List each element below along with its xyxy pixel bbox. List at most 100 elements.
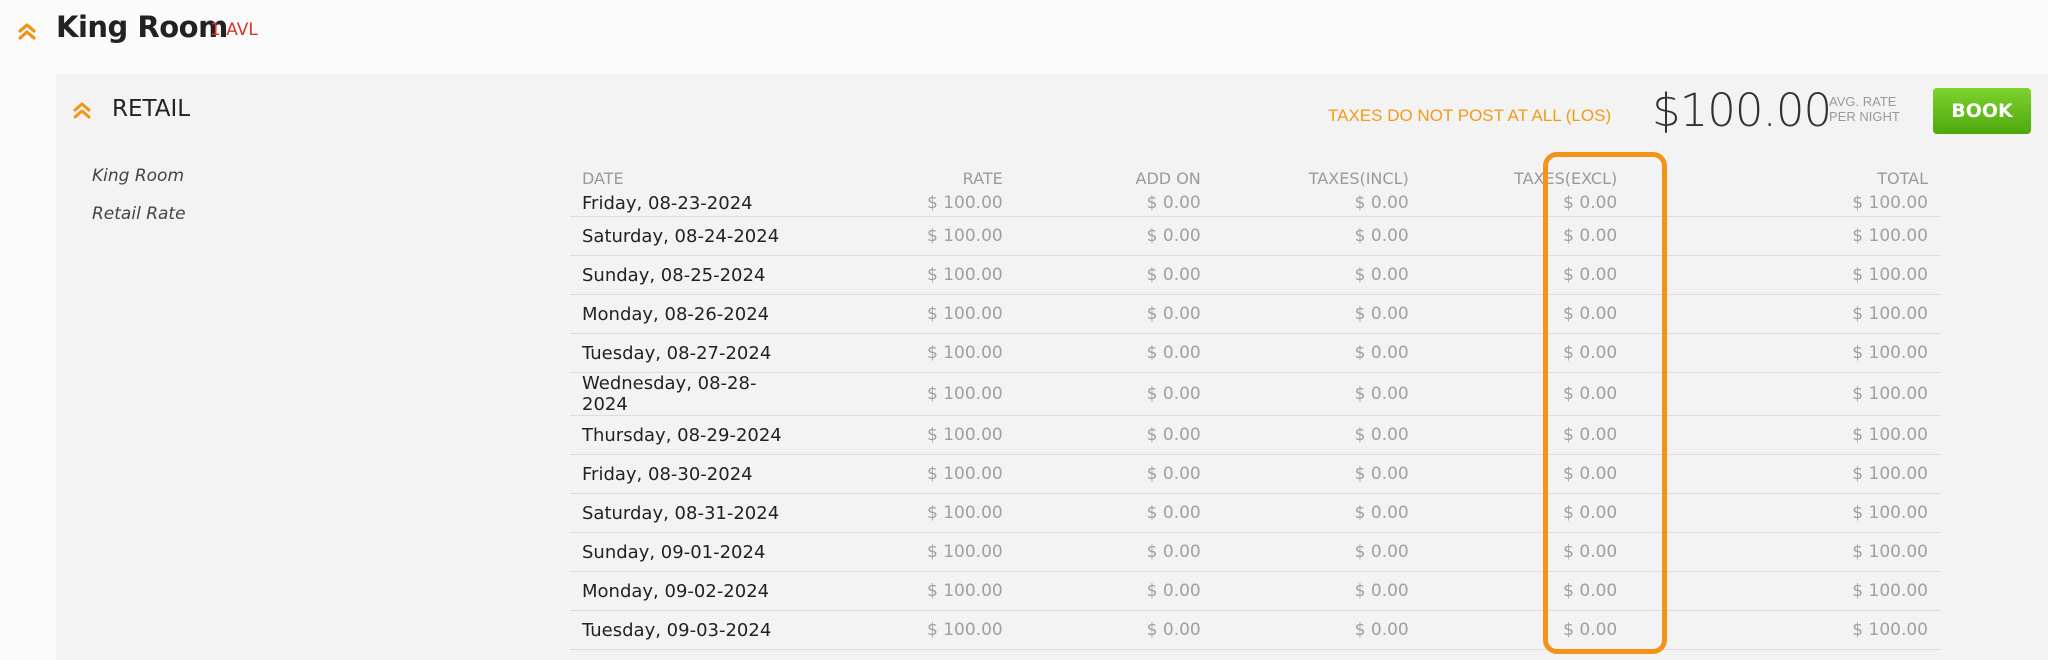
row-taxes-incl: $ 0.00 <box>1212 190 1421 217</box>
room-header: King Room 1 AVL <box>0 0 2048 74</box>
row-add-on: $ 0.00 <box>1014 333 1213 373</box>
row-rate: $ 100.00 <box>813 493 1015 533</box>
row-rate: $ 100.00 <box>813 294 1015 334</box>
nightly-rate-table: DATE RATE ADD ON TAXES(INCL) TAXES(EXCL)… <box>570 166 1940 650</box>
row-taxes-excl: $ 0.00 <box>1420 493 1630 533</box>
row-taxes-incl: $ 0.00 <box>1212 294 1421 334</box>
column-header-add-on: ADD ON <box>1135 168 1201 188</box>
row-rate: $ 100.00 <box>813 216 1015 256</box>
tax-note: TAXES DO NOT POST AT ALL (LOS) <box>1328 106 1612 125</box>
row-taxes-incl: $ 0.00 <box>1212 454 1421 494</box>
row-rate: $ 100.00 <box>813 372 1015 416</box>
row-date: Friday, 08-23-2024 <box>570 190 814 217</box>
row-total: $ 100.00 <box>1629 571 1940 611</box>
rate-side-info: King Room Retail Rate <box>92 166 186 242</box>
row-taxes-incl: $ 0.00 <box>1212 216 1421 256</box>
row-add-on: $ 0.00 <box>1014 294 1213 334</box>
average-rate-label-line2: PER NIGHT <box>1829 109 1900 124</box>
row-taxes-incl: $ 0.00 <box>1212 571 1421 611</box>
row-rate: $ 100.00 <box>813 415 1015 455</box>
row-date: Monday, 08-26-2024 <box>570 294 814 334</box>
table-row: Friday, 08-30-2024 $ 100.00 $ 0.00 $ 0.00 $ … <box>570 454 1940 494</box>
table-row: Friday, 08-23-2024 $ 100.00 $ 0.00 $ 0.00 $ … <box>570 190 1940 217</box>
row-add-on: $ 0.00 <box>1014 415 1213 455</box>
row-taxes-incl: $ 0.00 <box>1212 493 1421 533</box>
row-taxes-excl: $ 0.00 <box>1420 333 1630 373</box>
row-add-on: $ 0.00 <box>1014 493 1213 533</box>
row-add-on: $ 0.00 <box>1014 532 1213 572</box>
row-total: $ 100.00 <box>1629 333 1940 373</box>
row-total: $ 100.00 <box>1629 610 1940 650</box>
row-taxes-incl: $ 0.00 <box>1212 532 1421 572</box>
row-add-on: $ 0.00 <box>1014 190 1213 217</box>
row-taxes-excl: $ 0.00 <box>1420 216 1630 256</box>
row-taxes-excl: $ 0.00 <box>1420 610 1630 650</box>
row-total: $ 100.00 <box>1629 255 1940 295</box>
row-total: $ 100.00 <box>1629 493 1940 533</box>
average-rate: $100.00 <box>1652 84 1832 137</box>
row-taxes-incl: $ 0.00 <box>1212 255 1421 295</box>
column-header-taxes-excl: TAXES(EXCL) <box>1514 168 1618 188</box>
row-add-on: $ 0.00 <box>1014 571 1213 611</box>
rate-name-label: Retail Rate <box>92 204 186 224</box>
rate-plan-title: RETAIL <box>112 96 191 122</box>
row-taxes-excl: $ 0.00 <box>1420 454 1630 494</box>
row-add-on: $ 0.00 <box>1014 216 1213 256</box>
table-header-row: DATE RATE ADD ON TAXES(INCL) TAXES(EXCL)… <box>570 166 1940 190</box>
row-date: Wednesday, 08-28-2024 <box>570 372 814 416</box>
row-date: Saturday, 08-31-2024 <box>570 493 814 533</box>
row-total: $ 100.00 <box>1629 372 1940 416</box>
row-taxes-incl: $ 0.00 <box>1212 415 1421 455</box>
room-title: King Room <box>56 10 228 44</box>
row-rate: $ 100.00 <box>813 255 1015 295</box>
row-rate: $ 100.00 <box>813 190 1015 217</box>
row-rate: $ 100.00 <box>813 610 1015 650</box>
availability-badge: 1 AVL <box>210 20 258 40</box>
row-add-on: $ 0.00 <box>1014 454 1213 494</box>
column-header-total: TOTAL <box>1877 168 1928 188</box>
table-row: Tuesday, 09-03-2024 $ 100.00 $ 0.00 $ 0.00 $… <box>570 610 1940 650</box>
row-date: Tuesday, 08-27-2024 <box>570 333 814 373</box>
row-date: Sunday, 09-01-2024 <box>570 532 814 572</box>
table-row: Tuesday, 08-27-2024 $ 100.00 $ 0.00 $ 0.00 $… <box>570 333 1940 373</box>
row-rate: $ 100.00 <box>813 333 1015 373</box>
row-rate: $ 100.00 <box>813 532 1015 572</box>
row-taxes-excl: $ 0.00 <box>1420 294 1630 334</box>
row-taxes-incl: $ 0.00 <box>1212 372 1421 416</box>
table-row: Saturday, 08-31-2024 $ 100.00 $ 0.00 $ 0.00… <box>570 493 1940 533</box>
row-total: $ 100.00 <box>1629 532 1940 572</box>
row-taxes-incl: $ 0.00 <box>1212 333 1421 373</box>
row-date: Monday, 09-02-2024 <box>570 571 814 611</box>
row-taxes-excl: $ 0.00 <box>1420 190 1630 217</box>
row-date: Thursday, 08-29-2024 <box>570 415 814 455</box>
row-total: $ 100.00 <box>1629 294 1940 334</box>
row-taxes-excl: $ 0.00 <box>1420 532 1630 572</box>
column-header-rate: RATE <box>962 168 1003 188</box>
table-row: Thursday, 08-29-2024 $ 100.00 $ 0.00 $ 0.00… <box>570 415 1940 455</box>
double-chevron-up-icon[interactable] <box>16 20 38 42</box>
row-taxes-incl: $ 0.00 <box>1212 610 1421 650</box>
average-rate-label-line1: AVG. RATE <box>1829 94 1897 109</box>
book-button[interactable]: BOOK <box>1933 88 2031 134</box>
row-total: $ 100.00 <box>1629 454 1940 494</box>
row-taxes-excl: $ 0.00 <box>1420 571 1630 611</box>
table-row: Sunday, 09-01-2024 $ 100.00 $ 0.00 $ 0.00 $ … <box>570 532 1940 572</box>
row-rate: $ 100.00 <box>813 454 1015 494</box>
row-taxes-excl: $ 0.00 <box>1420 415 1630 455</box>
table-row: Saturday, 08-24-2024 $ 100.00 $ 0.00 $ 0.00… <box>570 216 1940 256</box>
column-header-date: DATE <box>582 168 624 188</box>
column-header-taxes-incl: TAXES(INCL) <box>1308 168 1409 188</box>
room-name-label: King Room <box>92 166 185 186</box>
row-add-on: $ 0.00 <box>1014 372 1213 416</box>
row-date: Saturday, 08-24-2024 <box>570 216 814 256</box>
row-total: $ 100.00 <box>1629 216 1940 256</box>
row-total: $ 100.00 <box>1629 190 1940 217</box>
row-total: $ 100.00 <box>1629 415 1940 455</box>
row-add-on: $ 0.00 <box>1014 255 1213 295</box>
double-chevron-up-icon[interactable] <box>72 100 92 120</box>
row-date: Sunday, 08-25-2024 <box>570 255 814 295</box>
row-taxes-excl: $ 0.00 <box>1420 372 1630 416</box>
row-add-on: $ 0.00 <box>1014 610 1213 650</box>
row-date: Tuesday, 09-03-2024 <box>570 610 814 650</box>
row-taxes-excl: $ 0.00 <box>1420 255 1630 295</box>
